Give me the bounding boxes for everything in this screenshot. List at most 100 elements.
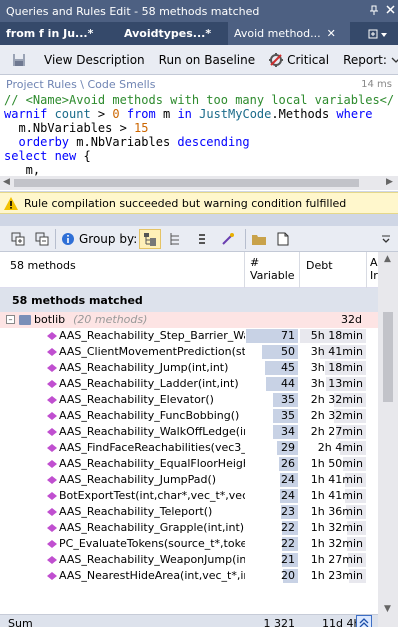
group-by-assembly-button[interactable] xyxy=(165,229,187,249)
run-on-baseline-button[interactable]: Run on Baseline xyxy=(153,49,261,71)
method-row[interactable]: AAS_Reachability_JumpPad() 24 1h 41min xyxy=(0,472,378,488)
debt-value: 1h 32min xyxy=(310,521,363,534)
grid-header: 58 methods # Variable Debt A Ir xyxy=(0,252,378,288)
folder-icon[interactable] xyxy=(251,231,267,247)
variables-value: 50 xyxy=(281,345,295,358)
rule-group-path[interactable]: Project Rules \ Code Smells xyxy=(6,78,361,91)
variables-value: 22 xyxy=(281,521,295,534)
editor-horizontal-scrollbar[interactable]: ◀ ▶ xyxy=(0,176,398,190)
critical-label: Critical xyxy=(287,52,330,67)
group-by-selector: Group by: xyxy=(61,228,241,249)
code-line[interactable]: select new { xyxy=(0,149,398,163)
group-by-custom-button[interactable] xyxy=(217,229,239,249)
report-dropdown[interactable]: Report: xyxy=(337,49,398,71)
method-row[interactable]: AAS_Reachability_Ladder(int,int) 44 3h 13m… xyxy=(0,376,378,392)
method-name: AAS_NearestHideArea(int,vec_t*,int,i xyxy=(59,569,245,582)
grid-vertical-scrollbar[interactable]: ▲ ▼ xyxy=(378,252,398,627)
method-row[interactable]: BotExportTest(int,char*,vec_t*,vec_t* 24 1… xyxy=(0,488,378,504)
tab-query-2[interactable]: Avoidtypes...* xyxy=(118,22,228,45)
scroll-down-icon[interactable]: ▼ xyxy=(384,604,391,614)
column-header-debt[interactable]: Debt xyxy=(306,259,333,272)
row-debt-cell: 2h 4min xyxy=(300,440,366,456)
code-line[interactable]: // <Name>Avoid methods with too many loc… xyxy=(0,93,398,107)
column-header-name[interactable]: 58 methods xyxy=(10,259,76,272)
row-variables-cell: 21 xyxy=(246,552,298,568)
variables-value: 26 xyxy=(281,457,295,470)
debt-value: 3h 41min xyxy=(310,345,363,358)
row-debt-cell: 1h 50min xyxy=(300,456,366,472)
method-row[interactable]: AAS_Reachability_EqualFloorHeight(26 1h 5… xyxy=(0,456,378,472)
column-divider[interactable] xyxy=(366,252,367,288)
row-debt-cell: 2h 32min xyxy=(300,392,366,408)
tree-row-botlib[interactable]: – botlib (20 methods) 32d xyxy=(0,312,378,328)
method-icon xyxy=(47,523,57,532)
breadcrumb: Project Rules \ Code Smells 14 ms xyxy=(0,75,398,93)
variables-value: 71 xyxy=(281,329,295,342)
pin-icon[interactable] xyxy=(366,5,382,18)
row-variables-cell: 23 xyxy=(246,504,298,520)
tab-list-dropdown[interactable] xyxy=(358,22,398,45)
method-row[interactable]: AAS_Reachability_Jump(int,int) 45 3h 18min xyxy=(0,360,378,376)
method-row[interactable]: AAS_Reachability_WalkOffLedge(int) 34 2h 2… xyxy=(0,424,378,440)
critical-toggle[interactable]: Critical xyxy=(263,49,335,71)
column-header-variables[interactable]: # Variable xyxy=(250,256,295,282)
close-icon[interactable] xyxy=(382,5,398,17)
row-variables-cell: 24 xyxy=(246,488,298,504)
method-row[interactable]: AAS_NearestHideArea(int,vec_t*,int,i 20 1h… xyxy=(0,568,378,584)
report-label: Report: xyxy=(343,52,387,67)
tab-close-icon[interactable]: ✕ xyxy=(327,27,336,40)
column-divider[interactable] xyxy=(244,252,245,288)
row-variables-cell: 35 xyxy=(246,392,298,408)
method-row[interactable]: AAS_Reachability_FuncBobbing() 35 2h 32min xyxy=(0,408,378,424)
scroll-right-icon[interactable]: ▶ xyxy=(386,177,393,187)
scroll-left-icon[interactable]: ◀ xyxy=(3,177,10,187)
scrollbar-thumb[interactable] xyxy=(383,312,393,402)
group-by-type-button[interactable] xyxy=(191,229,213,249)
document-icon[interactable] xyxy=(275,231,291,247)
toolbar-overflow-icon[interactable] xyxy=(378,231,394,247)
method-icon xyxy=(47,491,57,500)
method-icon xyxy=(47,571,57,580)
method-icon xyxy=(47,539,57,548)
column-divider[interactable] xyxy=(299,252,300,288)
collapse-node-icon[interactable]: – xyxy=(6,315,15,324)
code-token: from xyxy=(119,107,163,121)
method-row[interactable]: AAS_FindFaceReachabilities(vec3_t* 29 2h 4… xyxy=(0,440,378,456)
panel-splitter[interactable] xyxy=(0,214,398,226)
scrollbar-thumb[interactable] xyxy=(14,179,359,187)
method-row[interactable]: AAS_ClientMovementPrediction(struc 50 3h 4… xyxy=(0,344,378,360)
code-line[interactable]: m, xyxy=(0,163,398,177)
code-token: descending xyxy=(177,135,250,149)
method-row[interactable]: AAS_Reachability_Step_Barrier_Wate 71 5h 1… xyxy=(0,328,378,344)
method-icon xyxy=(47,411,57,420)
method-icon xyxy=(47,507,57,516)
collapse-all-icon[interactable] xyxy=(34,231,50,247)
save-button[interactable] xyxy=(6,49,36,71)
row-debt-cell: 1h 23min xyxy=(300,568,366,584)
group-by-label: Group by: xyxy=(79,231,138,246)
scroll-up-icon[interactable]: ▲ xyxy=(384,254,391,264)
code-token: JustMyCode xyxy=(199,107,272,121)
group-by-namespace-button[interactable] xyxy=(139,228,162,249)
row-name-cell: AAS_Reachability_Grapple(int,int) xyxy=(0,521,245,534)
tab-query-1[interactable]: from f in Ju...* xyxy=(0,22,118,45)
row-debt-cell: 2h 32min xyxy=(300,408,366,424)
row-variables-cell: 45 xyxy=(246,360,298,376)
expand-all-icon[interactable] xyxy=(10,231,26,247)
code-line[interactable]: warnif count > 0 from m in JustMyCode.Me… xyxy=(0,107,398,121)
view-description-button[interactable]: View Description xyxy=(38,49,151,71)
method-row[interactable]: AAS_Reachability_Teleport() 23 1h 36min xyxy=(0,504,378,520)
collapse-sum-icon[interactable] xyxy=(356,615,372,627)
method-row[interactable]: AAS_Reachability_Grapple(int,int) 22 1h 32… xyxy=(0,520,378,536)
row-debt-cell: 2h 27min xyxy=(300,424,366,440)
code-line[interactable]: m.NbVariables > 15 xyxy=(0,121,398,135)
method-icon xyxy=(47,379,57,388)
method-row[interactable]: AAS_Reachability_Elevator() 35 2h 32min xyxy=(0,392,378,408)
code-line[interactable]: orderby m.NbVariables descending xyxy=(0,135,398,149)
tab-query-3-active[interactable]: Avoid method... ✕ xyxy=(228,22,350,45)
method-icon xyxy=(47,395,57,404)
method-row[interactable]: PC_EvaluateTokens(source_t*,token_ 22 1h 3… xyxy=(0,536,378,552)
row-debt-cell: 5h 18min xyxy=(300,328,366,344)
row-name-cell: AAS_Reachability_Jump(int,int) xyxy=(0,361,245,374)
method-row[interactable]: AAS_Reachability_WeaponJump(int,i 21 1h 27… xyxy=(0,552,378,568)
